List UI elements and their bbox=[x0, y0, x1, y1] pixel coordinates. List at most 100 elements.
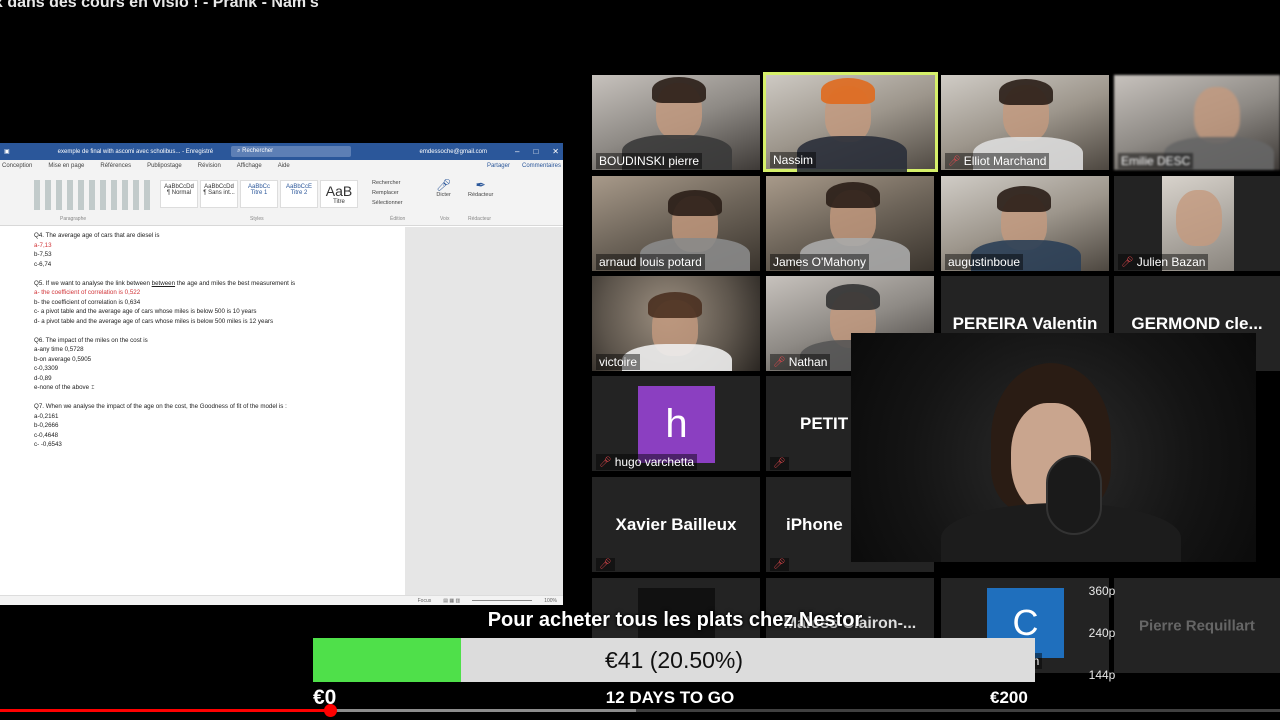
editing-group: Rechercher Remplacer Sélectionner bbox=[372, 178, 403, 208]
participant-name: augustinboue bbox=[945, 254, 1024, 270]
quality-option-240p[interactable]: 240p bbox=[1082, 626, 1122, 640]
word-app-icon: ▣ bbox=[4, 149, 10, 155]
participant-name: 🎤︎ Elliot Marchand bbox=[945, 153, 1050, 169]
donation-progress-bar: €41 (20.50%) bbox=[313, 638, 1035, 682]
zoom-level[interactable]: 100% bbox=[544, 598, 557, 604]
participant-name-placeholder: Pierre Requillart bbox=[1139, 617, 1255, 634]
donation-goal-title: Pour acheter tous les plats chez Nestor bbox=[487, 609, 863, 631]
find-button[interactable]: Rechercher bbox=[372, 178, 403, 188]
participant-tile[interactable]: Pierre Requillart bbox=[1114, 578, 1280, 673]
participant-name: arnaud louis potard bbox=[596, 254, 705, 270]
focus-button[interactable]: Focus bbox=[418, 598, 432, 604]
donation-amount: €41 (20.50%) bbox=[604, 647, 744, 673]
formatting-toolbar[interactable] bbox=[34, 180, 154, 210]
group-paragraph-label: Paragraphe bbox=[60, 216, 87, 222]
replace-button[interactable]: Remplacer bbox=[372, 188, 403, 198]
word-titlebar: ▣ exemple de final with ascomi avec scho… bbox=[0, 143, 563, 160]
mic-muted-icon: 🎤︎ bbox=[948, 155, 961, 167]
styles-gallery: AaBbCcDd ¶ Normal AaBbCcDd ¶ Sans int... A… bbox=[160, 180, 358, 208]
participant-name: Emilie DESC bbox=[1118, 153, 1194, 169]
zoom-slider[interactable] bbox=[472, 600, 533, 601]
dictate-button[interactable]: 🎤︎ Dicter bbox=[436, 178, 451, 198]
participant-tile[interactable]: BOUDINSKI pierre bbox=[592, 75, 760, 170]
participant-name: 🎤︎ hugo varchetta bbox=[596, 454, 698, 470]
comments-button[interactable]: Commentaires bbox=[522, 163, 561, 169]
tab-affichage[interactable]: Affichage bbox=[237, 163, 262, 169]
select-button[interactable]: Sélectionner bbox=[372, 198, 403, 208]
question-q7: Q7. When we analyse the impact of the ag… bbox=[34, 403, 287, 448]
participant-tile[interactable]: h 🎤︎ hugo varchetta bbox=[592, 376, 760, 471]
tab-conception[interactable]: Conception bbox=[2, 163, 32, 169]
maximize-icon[interactable]: □ bbox=[533, 147, 538, 156]
participant-tile[interactable]: James O'Mahony bbox=[766, 176, 934, 271]
participant-mute-status: 🎤︎ bbox=[770, 457, 789, 470]
participant-name-placeholder: Xavier Bailleux bbox=[615, 514, 737, 534]
word-ribbon-tabs: Conception Mise en page Références Publi… bbox=[0, 160, 563, 172]
view-mode-icons[interactable]: ▤ ▦ ▥ bbox=[443, 598, 460, 604]
style-normal[interactable]: AaBbCcDd ¶ Normal bbox=[160, 180, 198, 208]
participant-name: Nassim bbox=[770, 152, 817, 168]
word-window: ▣ exemple de final with ascomi avec scho… bbox=[0, 143, 563, 605]
video-played-bar bbox=[0, 709, 331, 712]
editor-pen-icon: ✒ bbox=[475, 178, 486, 192]
microphone-icon bbox=[1046, 455, 1102, 535]
group-styles-label: Styles bbox=[250, 216, 264, 222]
participant-tile[interactable]: 🎤︎ Elliot Marchand bbox=[941, 75, 1109, 170]
participant-name: 🎤︎ Nathan bbox=[770, 354, 831, 370]
video-title: x dans des cours en visio ! - Prank - Na… bbox=[0, 0, 319, 11]
quality-option-144p[interactable]: 144p bbox=[1082, 668, 1122, 682]
style-no-spacing[interactable]: AaBbCcDd ¶ Sans int... bbox=[200, 180, 238, 208]
editor-button[interactable]: ✒ Rédacteur bbox=[468, 178, 493, 198]
text-cursor-icon: 𝙸 bbox=[90, 384, 96, 391]
tab-revision[interactable]: Révision bbox=[198, 163, 221, 169]
question-q6: Q6. The impact of the miles on the cost … bbox=[34, 336, 148, 392]
question-q4: Q4. The average age of cars that are die… bbox=[34, 232, 160, 268]
participant-name-placeholder: GERMOND cle... bbox=[1131, 313, 1263, 333]
participant-tile-active-speaker[interactable]: Nassim bbox=[763, 72, 938, 172]
group-voice-label: Voix bbox=[440, 216, 450, 222]
mic-muted-icon: 🎤︎ bbox=[773, 559, 786, 570]
word-doc-title: exemple de final with ascomi avec scholi… bbox=[57, 148, 214, 155]
close-icon[interactable]: ✕ bbox=[552, 147, 559, 156]
participant-tile[interactable]: Xavier Bailleux 🎤︎ bbox=[592, 477, 760, 572]
tab-references[interactable]: Références bbox=[100, 163, 131, 169]
question-q5: Q5. If we want to analyse the link betwe… bbox=[34, 279, 296, 325]
document-page[interactable]: Q4. The average age of cars that are die… bbox=[0, 227, 405, 595]
participant-name: victoire bbox=[596, 354, 641, 370]
word-search-box[interactable]: ⌕ Rechercher bbox=[231, 146, 352, 157]
style-heading-1[interactable]: AaBbCc Titre 1 bbox=[240, 180, 278, 208]
share-button[interactable]: Partager bbox=[487, 163, 510, 169]
group-editing-label: Édition bbox=[390, 216, 406, 222]
tab-publipostage[interactable]: Publipostage bbox=[147, 163, 182, 169]
tab-mise-en-page[interactable]: Mise en page bbox=[48, 163, 84, 169]
video-scrubber-handle[interactable] bbox=[324, 704, 338, 717]
minimize-icon[interactable]: – bbox=[515, 147, 519, 156]
participant-tile[interactable]: Emilie DESC bbox=[1114, 75, 1280, 170]
mic-muted-icon: 🎤︎ bbox=[1121, 256, 1134, 268]
participant-mute-status: 🎤︎ bbox=[770, 558, 789, 571]
word-ribbon: AaBbCcDd ¶ Normal AaBbCcDd ¶ Sans int... A… bbox=[0, 172, 563, 226]
participant-tile[interactable]: augustinboue bbox=[941, 176, 1109, 271]
participant-name: James O'Mahony bbox=[770, 254, 869, 270]
mic-muted-icon: 🎤︎ bbox=[599, 559, 612, 570]
participant-mute-status: 🎤︎ bbox=[596, 558, 615, 571]
group-editor-label: Rédacteur bbox=[468, 216, 492, 222]
participant-tile[interactable]: 🎤︎ Julien Bazan bbox=[1114, 176, 1280, 271]
microphone-icon: 🎤︎ bbox=[436, 178, 452, 192]
mic-muted-icon: 🎤︎ bbox=[773, 458, 786, 469]
streamer-webcam bbox=[851, 333, 1256, 562]
video-progress-bar[interactable] bbox=[0, 704, 1280, 717]
participant-tile[interactable]: victoire bbox=[592, 276, 760, 371]
mic-muted-icon: 🎤︎ bbox=[599, 456, 612, 468]
participant-tile[interactable]: arnaud louis potard bbox=[592, 176, 760, 271]
mic-muted-icon: 🎤︎ bbox=[773, 356, 786, 368]
donation-days-left: 12 DAYS TO GO bbox=[605, 688, 735, 707]
style-title[interactable]: AaB Titre bbox=[320, 180, 358, 208]
word-user-email[interactable]: emdessoche@gmail.com bbox=[420, 149, 487, 155]
quality-option-360p[interactable]: 360p bbox=[1082, 584, 1122, 598]
tab-aide[interactable]: Aide bbox=[278, 163, 290, 169]
participant-name: BOUDINSKI pierre bbox=[596, 153, 703, 169]
participant-name-placeholder: PEREIRA Valentin bbox=[952, 313, 1098, 333]
style-heading-2[interactable]: AaBbCcE Titre 2 bbox=[280, 180, 318, 208]
participant-avatar: h bbox=[638, 386, 715, 463]
